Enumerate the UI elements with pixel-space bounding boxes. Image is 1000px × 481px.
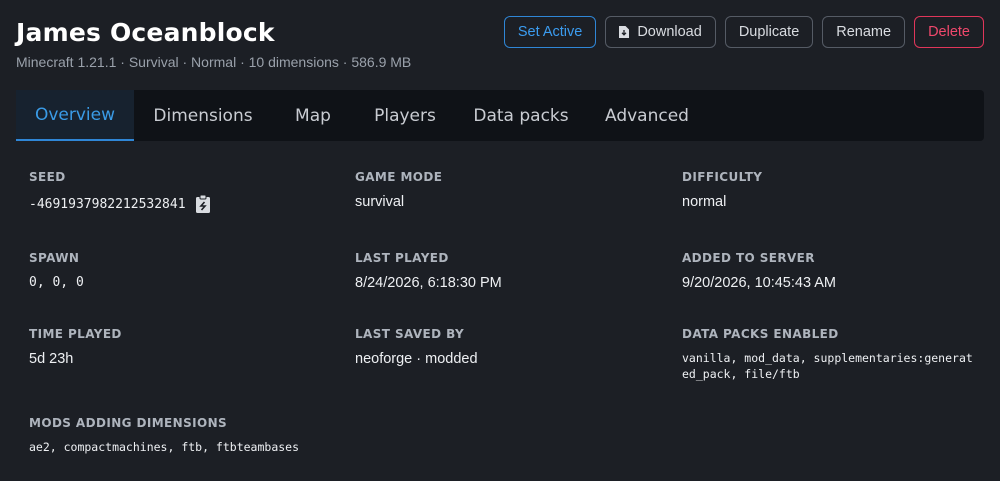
mods-adding-dimensions-field: MODS ADDING DIMENSIONS ae2, compactmachi… — [29, 416, 299, 455]
tab-data-packs[interactable]: Data packs — [456, 90, 586, 141]
duplicate-button[interactable]: Duplicate — [724, 16, 814, 48]
spawn-value: 0, 0, 0 — [29, 275, 84, 290]
file-download-icon — [619, 26, 630, 38]
action-bar: Set Active Download Duplicate Rename Del… — [503, 16, 984, 48]
tab-map[interactable]: Map — [272, 90, 354, 141]
seed-label: SEED — [29, 170, 66, 184]
game-mode-field: GAME MODE survival — [355, 170, 442, 210]
mods-adding-dimensions-value: ae2, compactmachines, ftb, ftbteambases — [29, 440, 300, 454]
last-saved-by-label: LAST SAVED BY — [355, 327, 465, 341]
data-packs-enabled-value: vanilla, mod_data, supplementaries:gener… — [682, 351, 973, 381]
time-played-label: TIME PLAYED — [29, 327, 122, 341]
added-to-server-label: ADDED TO SERVER — [682, 251, 815, 265]
seed-field: SEED -4691937982212532841 — [29, 170, 211, 214]
tab-players[interactable]: Players — [354, 90, 456, 141]
tab-advanced[interactable]: Advanced — [586, 90, 708, 141]
tab-bar: Overview Dimensions Map Players Data pac… — [16, 90, 984, 141]
delete-button[interactable]: Delete — [914, 16, 984, 48]
difficulty-label: DIFFICULTY — [682, 170, 763, 184]
rename-label: Rename — [836, 24, 892, 40]
world-subtitle: Minecraft 1.21.1 · Survival · Normal · 1… — [16, 54, 412, 70]
last-saved-by-field: LAST SAVED BY neoforge · modded — [355, 327, 478, 367]
added-to-server-value: 9/20/2026, 10:45:43 AM — [682, 275, 836, 291]
download-label: Download — [637, 24, 702, 40]
rename-button[interactable]: Rename — [822, 16, 906, 48]
game-mode-label: GAME MODE — [355, 170, 443, 184]
mods-adding-dimensions-label: MODS ADDING DIMENSIONS — [29, 416, 228, 430]
game-mode-value: survival — [355, 194, 405, 210]
set-active-label: Set Active — [517, 24, 583, 40]
duplicate-label: Duplicate — [738, 24, 800, 40]
set-active-button[interactable]: Set Active — [503, 16, 597, 48]
last-played-value: 8/24/2026, 6:18:30 PM — [355, 275, 502, 291]
tab-dimensions[interactable]: Dimensions — [134, 90, 272, 141]
added-to-server-field: ADDED TO SERVER 9/20/2026, 10:45:43 AM — [682, 251, 836, 291]
time-played-field: TIME PLAYED 5d 23h — [29, 327, 122, 367]
world-header: James Oceanblock Minecraft 1.21.1 · Surv… — [16, 16, 984, 76]
delete-label: Delete — [928, 24, 970, 40]
difficulty-field: DIFFICULTY normal — [682, 170, 762, 210]
data-packs-enabled-label: DATA PACKS ENABLED — [682, 327, 839, 341]
data-packs-enabled-field: DATA PACKS ENABLED vanilla, mod_data, su… — [682, 327, 978, 382]
spawn-label: SPAWN — [29, 251, 80, 265]
download-button[interactable]: Download — [605, 16, 716, 48]
clipboard-copy-icon[interactable] — [195, 194, 211, 214]
time-played-value: 5d 23h — [29, 351, 74, 367]
last-saved-by-value: neoforge · modded — [355, 351, 478, 367]
tab-overview[interactable]: Overview — [16, 90, 134, 141]
difficulty-value: normal — [682, 194, 727, 210]
spawn-field: SPAWN 0, 0, 0 — [29, 251, 84, 290]
world-title: James Oceanblock — [16, 18, 275, 47]
last-played-label: LAST PLAYED — [355, 251, 449, 265]
seed-value: -4691937982212532841 — [29, 196, 186, 212]
last-played-field: LAST PLAYED 8/24/2026, 6:18:30 PM — [355, 251, 502, 291]
